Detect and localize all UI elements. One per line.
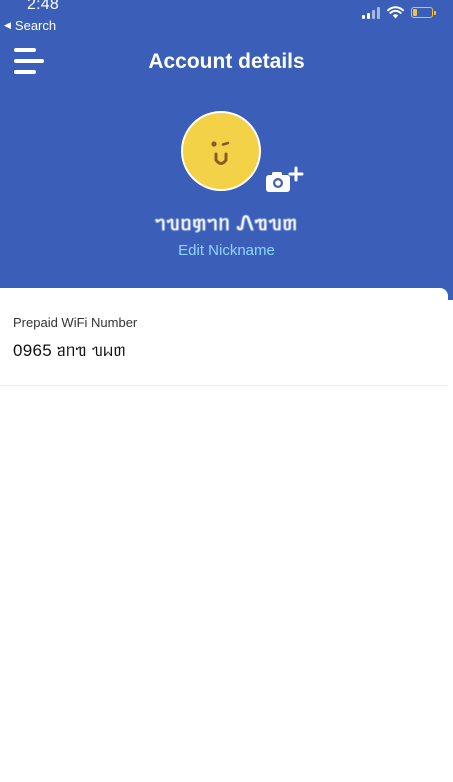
change-photo-button[interactable] bbox=[264, 166, 304, 194]
cellular-signal-icon bbox=[362, 6, 380, 19]
account-details-screen: 2:48 ◀ Search Account details ᥐᥔᥝᥞᥐᥒ Ꮑᥓᥔ… bbox=[0, 0, 453, 782]
camera-add-icon bbox=[266, 166, 304, 192]
wifi-icon bbox=[387, 6, 404, 19]
avatar[interactable] bbox=[181, 111, 261, 191]
page-title: Account details bbox=[148, 50, 305, 73]
wifi-number-value: 0965 ᥑᥒᥓ ᥔᥕᥖ bbox=[13, 341, 126, 360]
status-icons bbox=[362, 6, 436, 19]
edit-nickname-link[interactable]: Edit Nickname bbox=[0, 242, 453, 259]
wifi-number-card: Prepaid WiFi Number 0965 ᥑᥒᥓ ᥔᥕᥖ bbox=[0, 288, 448, 386]
nickname: ᥐᥔᥝᥞᥐᥒ Ꮑᥓᥔᥖ bbox=[155, 213, 298, 235]
back-label: Search bbox=[14, 18, 57, 33]
wifi-number-label: Prepaid WiFi Number bbox=[13, 315, 138, 330]
header: 2:48 ◀ Search Account details ᥐᥔᥝᥞᥐᥒ Ꮑᥓᥔ… bbox=[0, 0, 453, 300]
status-time: 2:48 bbox=[27, 0, 59, 13]
winking-face-icon bbox=[211, 141, 230, 165]
back-to-search-link[interactable]: ◀ Search bbox=[4, 18, 56, 33]
triangle-left-icon: ◀ bbox=[4, 20, 11, 30]
battery-low-icon bbox=[411, 7, 436, 18]
